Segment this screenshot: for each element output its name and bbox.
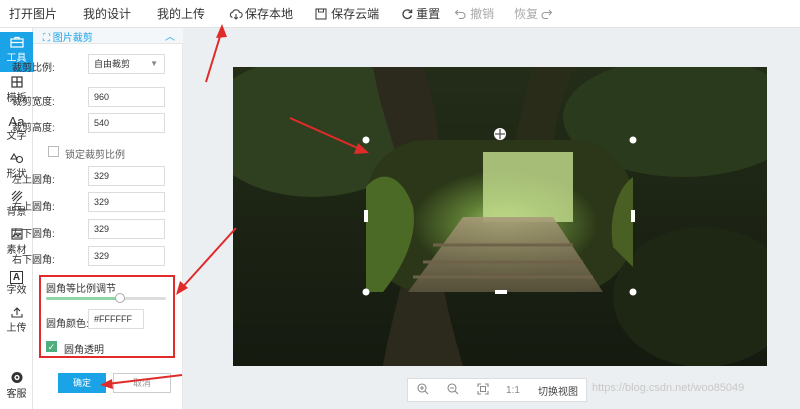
chevron-up-icon: ︿ xyxy=(165,32,175,43)
undo-label: 撤销 xyxy=(470,7,495,21)
cloud-download-icon xyxy=(229,8,243,20)
corner-br-input[interactable]: 329 xyxy=(88,246,165,266)
nav-upload[interactable]: 上传 xyxy=(0,302,33,342)
redo-button[interactable]: 恢复 xyxy=(502,0,561,28)
lock-ratio-label: 锁定裁剪比例 xyxy=(65,150,125,161)
corner-tl-input[interactable]: 329 xyxy=(88,166,165,186)
slider-fill xyxy=(46,297,121,300)
crop-ratio-label: 裁剪比例: xyxy=(12,63,55,74)
corner-color-label: 圆角颜色: xyxy=(46,319,89,330)
open-image-button[interactable]: 打开图片 xyxy=(0,0,65,28)
nav-font-effects-label: 字效 xyxy=(6,285,27,296)
upload-icon xyxy=(0,305,33,323)
forest-photo xyxy=(233,67,767,366)
undo-button[interactable]: 撤销 xyxy=(448,0,502,28)
font-effects-icon: A xyxy=(0,267,33,285)
corner-tl-label: 左上圆角: xyxy=(12,175,55,186)
undo-icon xyxy=(454,9,466,19)
transparent-checkbox[interactable]: ✓ xyxy=(46,341,57,352)
crop-width-label: 裁剪宽度: xyxy=(12,97,55,108)
crop-panel-header[interactable]: ⛶ 图片裁剪 ︿ xyxy=(33,28,183,44)
left-nav: 工具 模板 Aa 文字 形状 背景 素材 A 字效 上传 客服 xyxy=(0,28,33,409)
reset-button[interactable]: 重置 xyxy=(387,0,448,28)
font-effects-glyph: A xyxy=(9,271,24,284)
zoom-out-icon[interactable] xyxy=(438,382,468,398)
save-local-label: 保存本地 xyxy=(245,7,294,21)
corner-bl-input[interactable]: 329 xyxy=(88,219,165,239)
ok-button[interactable]: 确定 xyxy=(58,373,106,393)
redo-label: 恢复 xyxy=(514,7,539,21)
corner-br-label: 右下圆角: xyxy=(12,255,55,266)
reset-label: 重置 xyxy=(416,7,441,21)
crop-icon: ⛶ xyxy=(43,33,53,44)
actual-size-button[interactable]: 1:1 xyxy=(498,385,528,396)
image-canvas[interactable] xyxy=(233,67,767,366)
shapes-icon xyxy=(0,151,33,169)
chevron-down-icon: ▼ xyxy=(150,59,158,68)
proportional-slider[interactable] xyxy=(46,293,166,303)
transparent-label: 圆角透明 xyxy=(64,345,104,356)
nav-upload-label: 上传 xyxy=(6,323,27,334)
my-designs-label: 我的设计 xyxy=(83,7,132,21)
cancel-button[interactable]: 取消 xyxy=(113,373,171,393)
crop-height-input[interactable]: 540 xyxy=(88,113,165,133)
my-uploads-label: 我的上传 xyxy=(157,7,206,21)
save-local-button[interactable]: 保存本地 xyxy=(213,0,301,28)
nav-support-label: 客服 xyxy=(6,389,27,400)
lock-ratio-checkbox[interactable] xyxy=(48,146,59,157)
my-uploads-button[interactable]: 我的上传 xyxy=(139,0,213,28)
save-cloud-button[interactable]: 保存云端 xyxy=(301,0,387,28)
refresh-icon xyxy=(402,8,413,19)
switch-view-button[interactable]: 切换视图 xyxy=(528,383,588,398)
fit-icon[interactable] xyxy=(468,382,498,398)
toolbox-icon xyxy=(0,35,33,53)
nav-support[interactable]: 客服 xyxy=(0,368,33,408)
crop-panel-title-text: 图片裁剪 xyxy=(52,33,93,44)
watermark: https://blog.csdn.net/woo85049 xyxy=(592,382,745,394)
save-cloud-label: 保存云端 xyxy=(331,7,380,21)
corner-bl-label: 左下圆角: xyxy=(12,229,55,240)
crop-width-input[interactable]: 960 xyxy=(88,87,165,107)
support-icon xyxy=(0,371,33,389)
crop-ratio-value: 自由裁剪 xyxy=(94,59,131,69)
crop-panel-title: ⛶ 图片裁剪 xyxy=(43,29,93,44)
corner-tr-input[interactable]: 329 xyxy=(88,192,165,212)
save-disk-icon xyxy=(315,7,327,20)
corner-color-input[interactable]: #FFFFFF xyxy=(88,309,144,329)
redo-icon xyxy=(541,9,553,19)
my-designs-button[interactable]: 我的设计 xyxy=(65,0,139,28)
open-image-label: 打开图片 xyxy=(9,7,58,21)
check-icon: ✓ xyxy=(47,342,56,352)
view-controls: 1:1 切换视图 xyxy=(407,378,587,402)
top-toolbar: 打开图片 我的设计 我的上传 保存本地 保存云端 重置 撤销 恢复 xyxy=(0,0,800,28)
zoom-in-icon[interactable] xyxy=(408,382,438,398)
crop-ratio-select[interactable]: 自由裁剪 ▼ xyxy=(88,54,165,74)
crop-height-label: 裁剪高度: xyxy=(12,123,55,134)
corner-tr-label: 右上圆角: xyxy=(12,202,55,213)
proportional-label: 圆角等比例调节 xyxy=(46,284,116,295)
grid-icon xyxy=(0,75,33,93)
nav-font-effects[interactable]: A 字效 xyxy=(0,264,33,304)
